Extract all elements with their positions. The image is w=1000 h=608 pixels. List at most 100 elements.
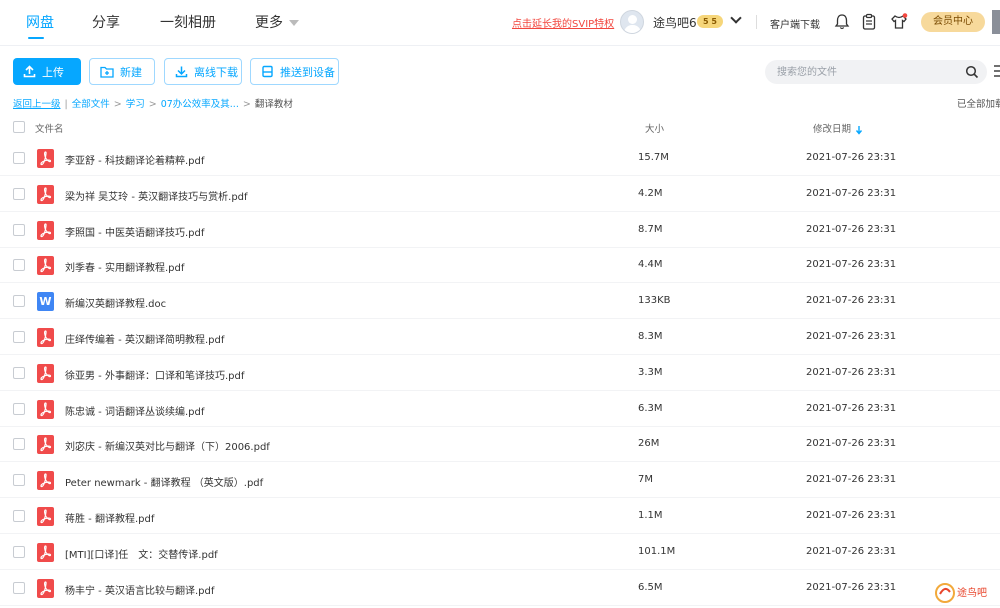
file-modified-date: 2021-07-26 23:31 [806,474,897,486]
pdf-file-icon [37,220,54,240]
table-row[interactable]: [MTI][口译]任 文：交替传译.pdf 101.1M 2021-07-26 23… [0,534,1000,570]
svip-renew-link[interactable]: 点击延长我的SVIP特权 [512,15,614,30]
row-checkbox[interactable] [13,295,25,308]
table-row[interactable]: 李亚舒 - 科技翻译论着精粹.pdf 15.7M 2021-07-26 23:31 [0,140,1000,176]
table-row[interactable]: 杨丰宁 - 英汉语言比较与翻译.pdf 6.5M 2021-07-26 23:31 [0,570,1000,606]
file-name[interactable]: 杨丰宁 - 英汉语言比较与翻译.pdf [65,582,214,597]
file-modified-date: 2021-07-26 23:31 [806,581,897,593]
table-row[interactable]: 庄绎传编着 - 英汉翻译简明教程.pdf 8.3M 2021-07-26 23:31 [0,319,1000,355]
loaded-status: 已全部加载 [957,99,1000,110]
pdf-file-icon [37,363,54,383]
search-icon[interactable] [965,65,979,79]
tab-more-label: 更多 [255,15,283,31]
sort-desc-icon [855,125,863,135]
back-link[interactable]: 返回上一级 [13,99,61,110]
file-modified-date: 2021-07-26 23:31 [806,223,897,235]
row-checkbox[interactable] [13,545,25,558]
breadcrumb: 返回上一级 | 全部文件 > 学习 >07办公效率及其... > 翻译教材 [13,99,293,110]
push-to-device-button[interactable]: 推送到设备 [250,58,339,85]
row-checkbox[interactable] [13,259,25,272]
file-name[interactable]: 庄绎传编着 - 英汉翻译简明教程.pdf [65,331,224,346]
avatar[interactable] [620,10,644,34]
offline-download-button[interactable]: 离线下载 [164,58,242,85]
pdf-file-icon [37,471,54,491]
upload-label: 上传 [42,65,64,79]
device-icon [262,65,273,78]
tab-more[interactable]: 更多 [255,12,299,32]
file-name[interactable]: 李照国 - 中医英语翻译技巧.pdf [65,224,204,239]
row-checkbox[interactable] [13,152,25,164]
tab-netdisk[interactable]: 网盘 [26,12,54,32]
table-row[interactable]: 刘宓庆 - 新编汉英对比与翻译（下）2006.pdf 26M 2021-07-26 … [0,426,1000,463]
vip-level-badge: 5 5 [697,15,723,28]
download-icon [175,66,188,78]
clipboard-icon[interactable] [859,12,879,32]
row-checkbox[interactable] [13,223,25,236]
file-name[interactable]: 蒋胜 - 翻译教程.pdf [65,510,154,525]
select-all-checkbox[interactable] [13,121,25,133]
username[interactable]: 途鸟吧6 [653,14,697,31]
active-tab-indicator [28,37,44,39]
table-row[interactable]: 刘季春 - 实用翻译教程.pdf 4.4M 2021-07-26 23:31 [0,247,1000,284]
pdf-file-icon [37,256,54,276]
column-header-date-label: 修改日期 [813,124,852,135]
row-checkbox[interactable] [13,474,25,487]
vip-center-button[interactable]: 会员中心 [921,12,985,32]
row-checkbox[interactable] [13,331,25,343]
table-row[interactable]: 梁为祥 吴艾玲 - 英汉翻译技巧与赏析.pdf 4.2M 2021-07-26 23… [0,176,1000,212]
column-header-date[interactable]: 修改日期 [813,121,863,135]
column-header-name[interactable]: 文件名 [35,121,64,135]
file-name[interactable]: 新编汉英翻译教程.doc [65,295,166,310]
table-row[interactable]: 徐亚男 - 外事翻译：口译和笔译技巧.pdf 3.3M 2021-07-26 23:… [0,355,1000,391]
file-modified-date: 2021-07-26 23:31 [806,438,897,450]
row-checkbox[interactable] [13,581,25,594]
breadcrumb-all-files[interactable]: 全部文件 [72,99,110,110]
table-row[interactable]: 蒋胜 - 翻译教程.pdf 1.1M 2021-07-26 23:31 [0,498,1000,534]
row-checkbox[interactable] [13,402,25,415]
watermark-text: 途鸟吧 [957,586,987,599]
breadcrumb-office[interactable]: 07办公效率及其... [161,99,239,110]
file-name[interactable]: [MTI][口译]任 文：交替传译.pdf [65,546,218,561]
shirt-icon[interactable] [889,12,909,32]
search-input[interactable] [777,64,957,80]
pdf-file-icon [37,328,54,347]
pdf-file-icon [37,507,54,526]
upload-button[interactable]: 上传 [13,58,81,85]
row-checkbox[interactable] [13,366,25,379]
file-name[interactable]: 梁为祥 吴艾玲 - 英汉翻译技巧与赏析.pdf [65,188,248,203]
search-box [765,60,987,84]
breadcrumb-study[interactable]: 学习 [126,99,145,110]
file-name[interactable]: 刘宓庆 - 新编汉英对比与翻译（下）2006.pdf [65,438,270,453]
tab-share[interactable]: 分享 [92,12,120,32]
table-row[interactable]: 陈忠诚 - 词语翻译丛谈续编.pdf 6.3M 2021-07-26 23:31 [0,391,1000,427]
table-row[interactable]: 李照国 - 中医英语翻译技巧.pdf 8.7M 2021-07-26 23:31 [0,212,1000,248]
pdf-file-icon [37,542,54,562]
user-menu-chevron-icon[interactable] [730,12,742,24]
push-to-device-label: 推送到设备 [280,65,335,79]
tab-album[interactable]: 一刻相册 [160,12,216,32]
table-row[interactable]: W 新编汉英翻译教程.doc 133KB 2021-07-26 23:31 [0,283,1000,320]
file-size: 1.1M [638,510,663,521]
row-checkbox[interactable] [13,438,25,451]
file-modified-date: 2021-07-26 23:31 [806,295,897,307]
file-size: 3.3M [638,366,663,378]
new-label: 新建 [120,65,142,79]
scrollbar-stub [992,10,1000,34]
file-name[interactable]: 徐亚男 - 外事翻译：口译和笔译技巧.pdf [65,367,244,382]
watermark-logo: 途鸟吧 [935,583,987,603]
file-name[interactable]: 李亚舒 - 科技翻译论着精粹.pdf [65,152,204,167]
row-checkbox[interactable] [13,510,25,522]
file-name[interactable]: 刘季春 - 实用翻译教程.pdf [65,259,184,274]
file-size: 133KB [638,295,671,307]
file-size: 15.7M [638,152,669,163]
column-header-size[interactable]: 大小 [645,121,664,135]
file-name[interactable]: Peter newmark - 翻译教程 （英文版）.pdf [65,474,263,489]
table-row[interactable]: Peter newmark - 翻译教程 （英文版）.pdf 7M 2021-07-… [0,462,1000,499]
list-view-icon[interactable] [994,64,1000,78]
bell-icon[interactable] [832,12,852,32]
file-name[interactable]: 陈忠诚 - 词语翻译丛谈续编.pdf [65,403,204,418]
new-button[interactable]: 新建 [89,58,155,85]
client-download-link[interactable]: 客户端下载 [770,16,820,31]
file-size: 6.5M [638,581,663,593]
row-checkbox[interactable] [13,187,25,200]
